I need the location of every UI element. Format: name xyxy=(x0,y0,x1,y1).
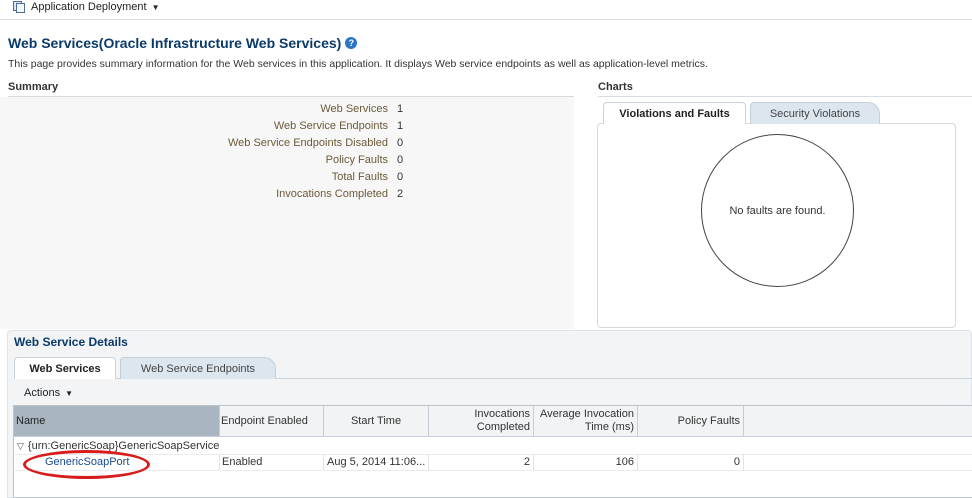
column-header-label: Policy Faults xyxy=(677,415,740,427)
table-row-service[interactable]: ▽ {urn:GenericSoap}GenericSoapService xyxy=(14,438,220,454)
summary-heading: Summary xyxy=(8,81,59,93)
charts-divider xyxy=(598,96,972,97)
application-deployment-menu[interactable]: Application Deployment ▼ xyxy=(12,0,160,14)
summary-panel: Web Services 1 Web Service Endpoints 1 W… xyxy=(0,97,574,329)
column-header-policy-faults[interactable]: Policy Faults xyxy=(638,406,744,437)
summary-value: 1 xyxy=(397,103,404,115)
column-header-average-invocation-time[interactable]: Average Invocation Time (ms) xyxy=(534,406,638,437)
chevron-down-icon: ▼ xyxy=(65,388,73,398)
avg-time-cell: 106 xyxy=(534,454,638,470)
tab-security-violations[interactable]: Security Violations xyxy=(750,102,880,124)
no-faults-message: No faults are found. xyxy=(729,204,826,217)
chevron-down-icon: ▼ xyxy=(151,2,160,12)
invocations-cell: 2 xyxy=(429,454,534,470)
column-header-line: Average Invocation xyxy=(540,408,634,420)
summary-label: Policy Faults xyxy=(325,154,388,166)
column-header-invocations-completed[interactable]: Invocations Completed xyxy=(429,406,534,437)
endpoint-enabled-cell: Enabled xyxy=(220,454,324,470)
page-description: This page provides summary information f… xyxy=(8,58,708,70)
web-service-details-heading: Web Service Details xyxy=(14,335,128,349)
column-header-name[interactable]: Name xyxy=(14,406,220,437)
column-header-label: Average Invocation Time (ms) xyxy=(540,408,634,434)
deployment-icon xyxy=(12,1,26,13)
summary-value: 2 xyxy=(397,188,404,200)
column-header-filler xyxy=(744,406,972,437)
endpoint-enabled-value: Enabled xyxy=(222,456,263,468)
column-header-label: Start Time xyxy=(350,415,402,427)
summary-value: 0 xyxy=(397,171,404,183)
generic-soap-port-link[interactable]: GenericSoapPort xyxy=(45,456,129,468)
page-title: Web Services(Oracle Infrastructure Web S… xyxy=(8,35,342,51)
web-services-table: Name Endpoint Enabled Start Time Invocat… xyxy=(13,405,972,498)
policy-faults-value: 0 xyxy=(733,456,740,468)
faults-pie-chart: No faults are found. xyxy=(701,134,854,287)
summary-value: 1 xyxy=(397,120,404,132)
column-header-line: Invocations xyxy=(474,408,530,420)
summary-row: Total Faults 0 xyxy=(0,171,420,188)
summary-label: Total Faults xyxy=(331,171,388,183)
summary-label: Web Services xyxy=(320,103,388,115)
column-header-label: Name xyxy=(16,415,46,427)
policy-faults-cell: 0 xyxy=(638,454,744,470)
summary-row: Web Services 1 xyxy=(0,103,420,120)
avg-time-value: 106 xyxy=(615,456,634,468)
actions-menu[interactable]: Actions ▼ xyxy=(24,387,73,399)
summary-row: Web Service Endpoints Disabled 0 xyxy=(0,137,420,154)
summary-row: Policy Faults 0 xyxy=(0,154,420,171)
actions-label: Actions xyxy=(24,387,61,399)
invocations-value: 2 xyxy=(523,456,530,468)
help-icon[interactable]: ? xyxy=(345,37,358,49)
column-header-line: Time (ms) xyxy=(584,421,634,433)
summary-value: 0 xyxy=(397,154,404,166)
column-header-endpoint-enabled[interactable]: Endpoint Enabled xyxy=(220,406,324,437)
summary-label: Invocations Completed xyxy=(276,188,388,200)
summary-value: 0 xyxy=(397,137,404,149)
table-row-port-name[interactable]: GenericSoapPort xyxy=(14,454,220,470)
tab-web-service-endpoints[interactable]: Web Service Endpoints xyxy=(120,357,276,379)
column-header-start-time[interactable]: Start Time xyxy=(324,406,429,437)
column-header-label: Endpoint Enabled xyxy=(221,415,308,427)
summary-row: Web Service Endpoints 1 xyxy=(0,120,420,137)
charts-heading: Charts xyxy=(598,81,633,93)
row-divider xyxy=(14,470,972,471)
column-header-label: Invocations Completed xyxy=(474,408,530,434)
start-time-value: Aug 5, 2014 11:06... xyxy=(327,456,426,468)
summary-row: Invocations Completed 2 xyxy=(0,188,420,205)
application-deployment-label: Application Deployment xyxy=(31,1,147,13)
column-header-line: Completed xyxy=(476,421,530,433)
tab-violations-and-faults[interactable]: Violations and Faults xyxy=(603,102,746,124)
summary-label: Web Service Endpoints xyxy=(273,120,388,132)
service-name: {urn:GenericSoap}GenericSoapService xyxy=(27,440,220,452)
collapse-triangle-icon[interactable]: ▽ xyxy=(17,441,24,452)
start-time-cell: Aug 5, 2014 11:06... xyxy=(324,454,429,470)
page-title-row: Web Services(Oracle Infrastructure Web S… xyxy=(8,35,358,51)
tab-web-services[interactable]: Web Services xyxy=(14,357,116,379)
summary-label: Web Service Endpoints Disabled xyxy=(228,137,388,149)
